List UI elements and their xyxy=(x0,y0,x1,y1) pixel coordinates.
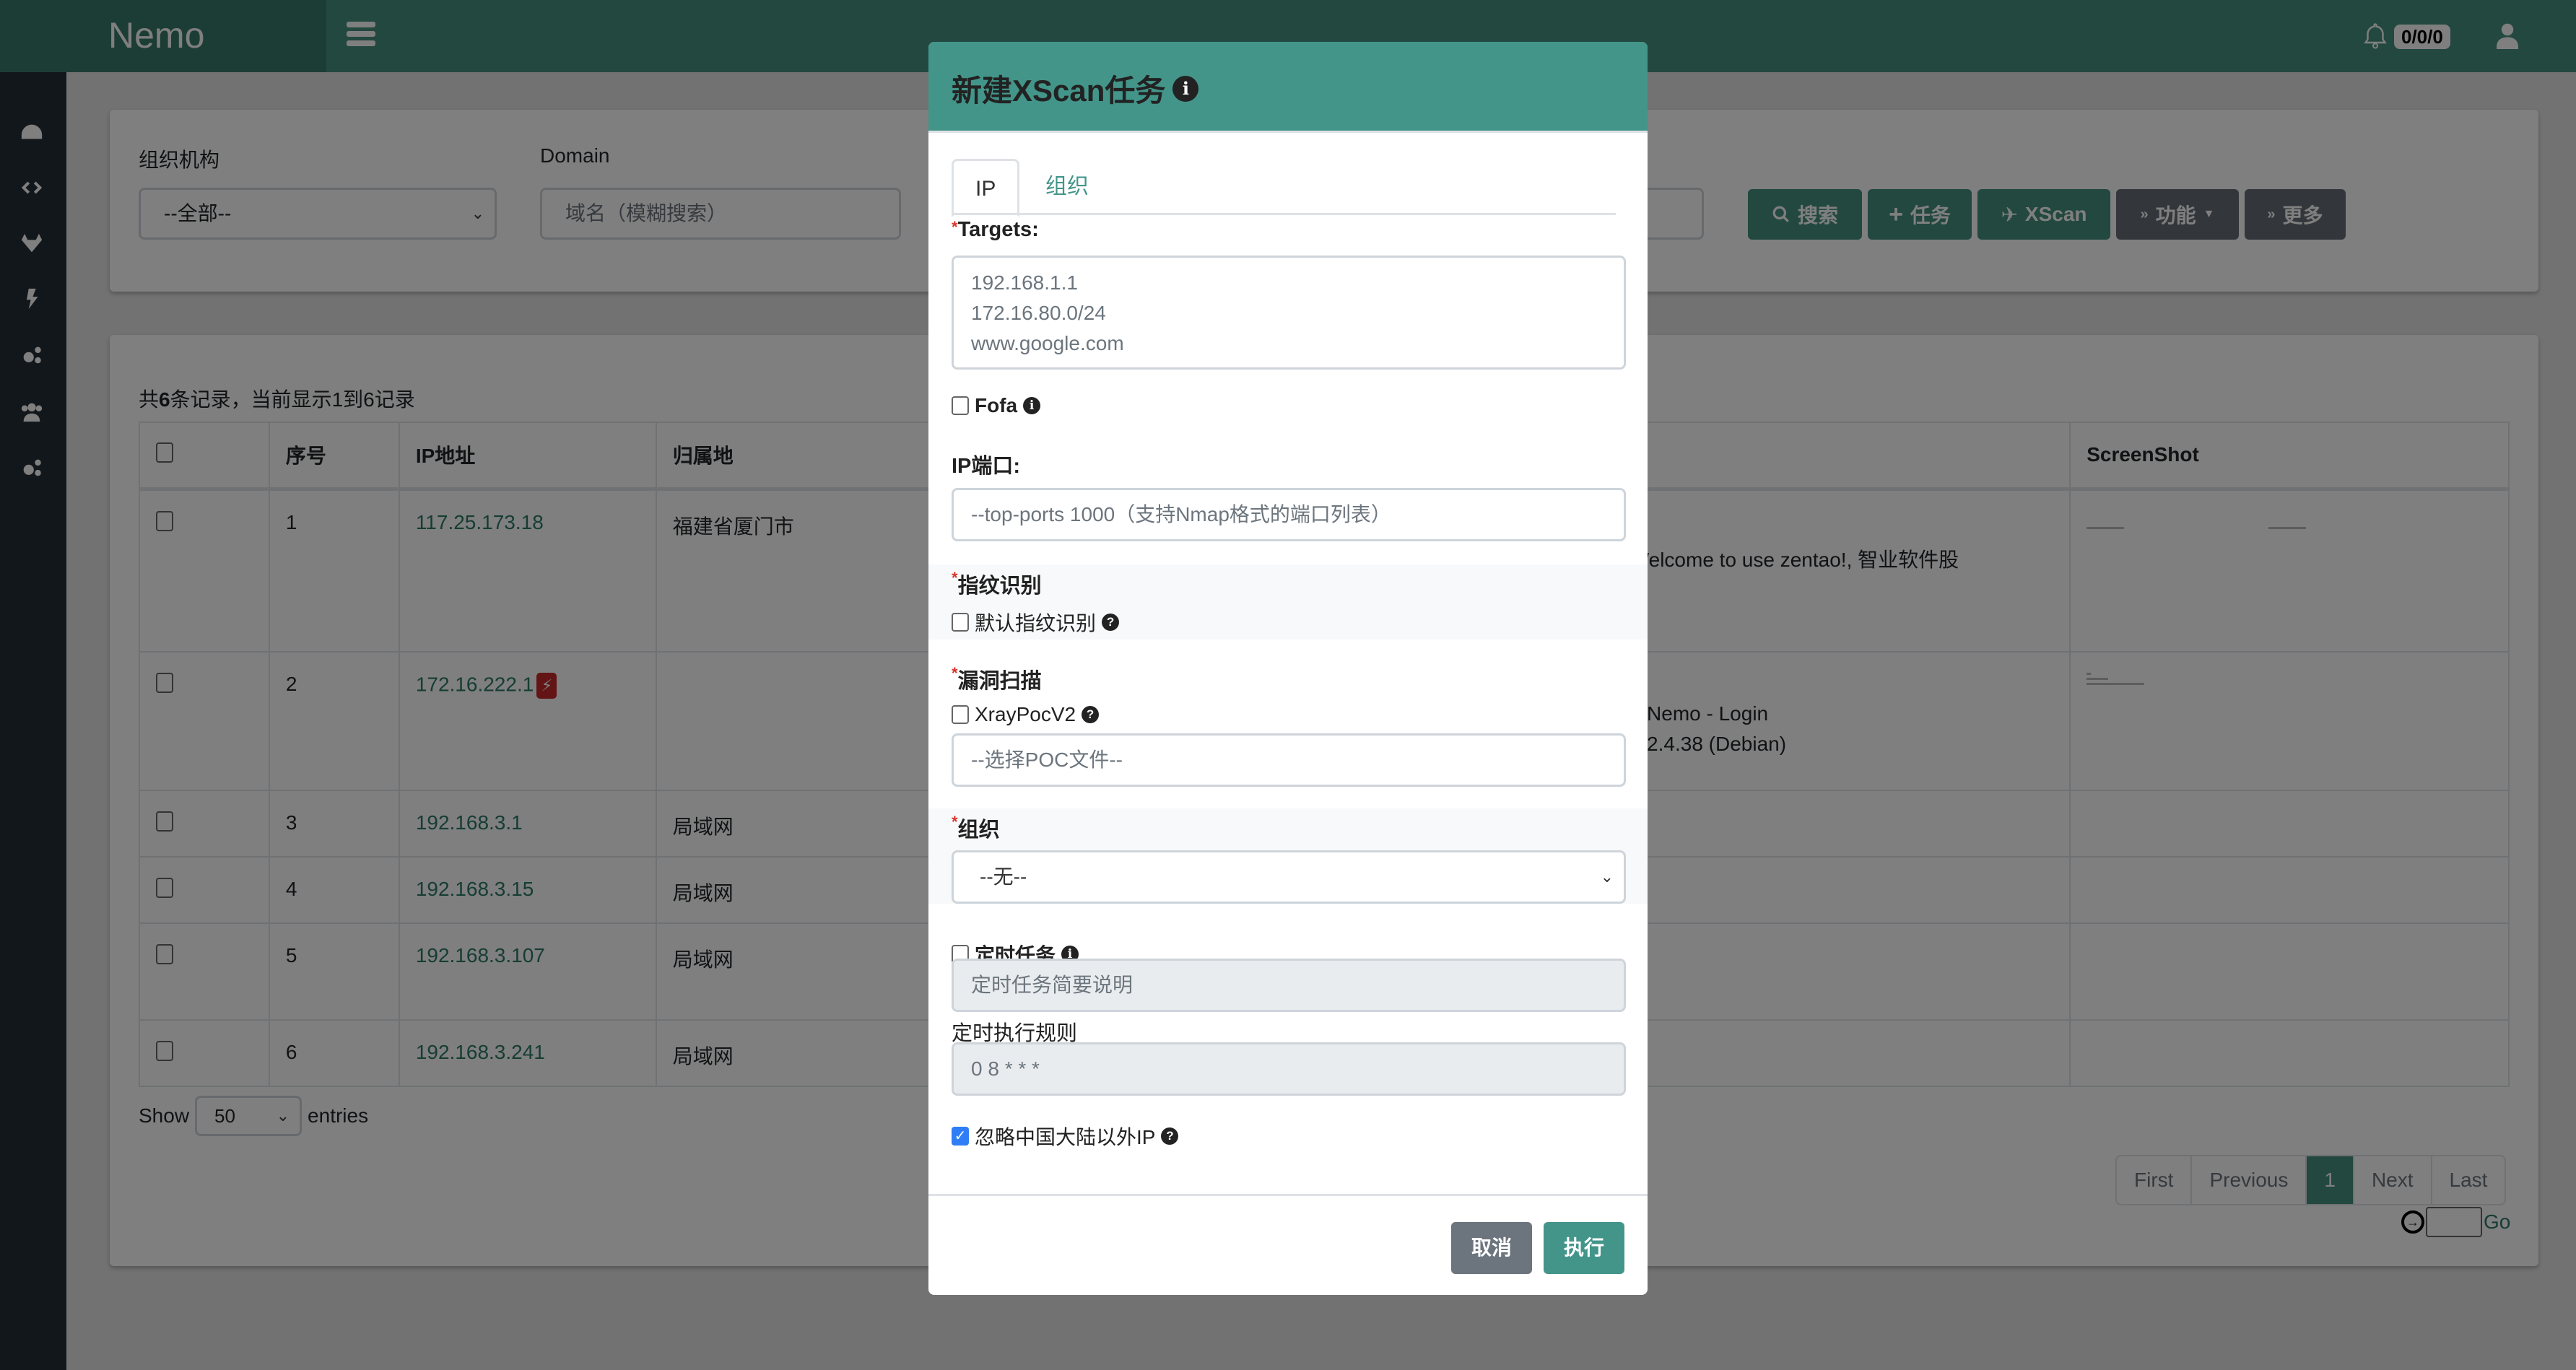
new-xscan-task-modal: 新建XScan任务 i IP 组织 *Targets: 192.168.1.1 … xyxy=(928,42,1648,1295)
org-label-text: 组织 xyxy=(957,819,1000,842)
modal-header: 新建XScan任务 i xyxy=(928,42,1648,133)
ignore-foreign-ip-checkbox[interactable]: ✓ xyxy=(952,1127,969,1146)
cron-rule-input[interactable]: 0 8 * * * xyxy=(952,1042,1626,1096)
fofa-checkbox[interactable] xyxy=(952,396,969,415)
org-label: *组织 xyxy=(952,813,1000,843)
targets-label: *Targets: xyxy=(952,218,1039,242)
cancel-button[interactable]: 取消 xyxy=(1451,1222,1532,1274)
default-fingerprint-checkbox-label[interactable]: 默认指纹识别 ? xyxy=(952,608,1120,637)
port-input[interactable]: --top-ports 1000（支持Nmap格式的端口列表） xyxy=(952,488,1626,541)
target-line: 192.168.1.1 xyxy=(971,271,1078,294)
modal-tabs: IP 组织 xyxy=(952,159,1616,217)
targets-label-text: Targets: xyxy=(957,218,1039,241)
poc-file-select[interactable]: --选择POC文件-- xyxy=(952,733,1626,787)
targets-textarea[interactable]: 192.168.1.1 172.16.80.0/24 www.google.co… xyxy=(952,256,1626,370)
tab-ip[interactable]: IP xyxy=(952,159,1020,217)
info-icon[interactable]: i xyxy=(1172,75,1199,102)
tab-org[interactable]: 组织 xyxy=(1024,159,1110,215)
required-asterisk: * xyxy=(952,569,958,587)
modal-title: 新建XScan任务 i xyxy=(952,66,1199,110)
required-asterisk: * xyxy=(952,813,958,831)
ignore-foreign-ip-text: 忽略中国大陆以外IP xyxy=(975,1126,1156,1148)
org-select[interactable]: --无-- ⌄ xyxy=(952,850,1626,904)
cron-description-input[interactable]: 定时任务简要说明 xyxy=(952,959,1626,1012)
vuln-scan-label-text: 漏洞扫描 xyxy=(957,670,1042,693)
chevron-down-icon: ⌄ xyxy=(1600,868,1614,886)
xray-checkbox-label[interactable]: XrayPocV2 ? xyxy=(952,703,1100,726)
xray-label-text: XrayPocV2 xyxy=(975,703,1076,725)
execute-button[interactable]: 执行 xyxy=(1544,1222,1624,1274)
question-circle-icon[interactable]: ? xyxy=(1102,614,1120,631)
fofa-checkbox-label[interactable]: Fofa i xyxy=(952,394,1041,417)
xray-checkbox[interactable] xyxy=(952,705,969,724)
default-fingerprint-text: 默认指纹识别 xyxy=(975,612,1097,634)
port-placeholder: --top-ports 1000（支持Nmap格式的端口列表） xyxy=(971,503,1391,525)
target-line: 172.16.80.0/24 xyxy=(971,302,1106,324)
info-icon[interactable]: i xyxy=(1023,397,1041,414)
cron-description-placeholder: 定时任务简要说明 xyxy=(971,974,1133,996)
fingerprint-label: *指纹识别 xyxy=(952,569,1042,599)
default-fingerprint-checkbox[interactable] xyxy=(952,613,969,632)
target-line: www.google.com xyxy=(971,332,1124,354)
org-select-value: --无-- xyxy=(980,865,1027,888)
required-asterisk: * xyxy=(952,664,958,682)
required-asterisk: * xyxy=(952,218,958,236)
ignore-foreign-ip-checkbox-label[interactable]: ✓ 忽略中国大陆以外IP ? xyxy=(952,1122,1179,1151)
fofa-label-text: Fofa xyxy=(975,394,1018,416)
cron-rule-value: 0 8 * * * xyxy=(971,1057,1040,1080)
port-label: IP端口: xyxy=(952,455,1021,478)
fingerprint-label-text: 指纹识别 xyxy=(957,575,1042,598)
vuln-scan-label: *漏洞扫描 xyxy=(952,664,1042,694)
poc-placeholder: --选择POC文件-- xyxy=(971,749,1123,771)
modal-title-text: 新建XScan任务 xyxy=(952,74,1166,108)
question-circle-icon[interactable]: ? xyxy=(1161,1127,1179,1145)
modal-footer: 取消 执行 xyxy=(928,1194,1648,1295)
question-circle-icon[interactable]: ? xyxy=(1082,706,1100,723)
